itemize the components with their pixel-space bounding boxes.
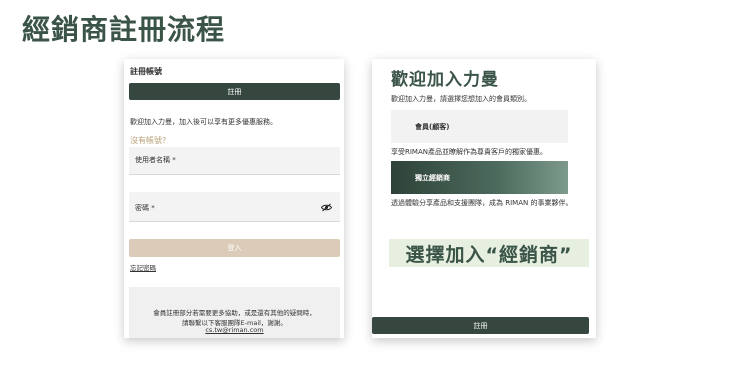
register-button[interactable]: 註冊 — [129, 83, 340, 100]
eye-off-icon[interactable] — [321, 203, 332, 212]
register-account-panel: 註冊帳號 註冊 歡迎加入力曼，加入後可以享有更多優惠服務。 沒有帳號? 使用者名… — [124, 59, 344, 338]
welcome-text: 歡迎加入力曼，加入後可以享有更多優惠服務。 — [130, 118, 277, 126]
username-field[interactable]: 使用者名稱 * — [129, 147, 340, 175]
panel-header: 註冊帳號 — [130, 67, 162, 76]
distributor-option-description: 透過體驗分享產品和支援團隊，成為 RIMAN 的事業夥伴。 — [391, 199, 573, 207]
help-email-link[interactable]: cs.tw@riman.com — [205, 326, 263, 334]
welcome-title: 歡迎加入力曼 — [391, 70, 499, 90]
continue-register-button[interactable]: 註冊 — [372, 317, 589, 334]
help-text-line-1: 會員註冊部分若需要更多協助，或是還有其他的疑問時， — [153, 309, 316, 317]
page-title: 經銷商註冊流程 — [22, 13, 226, 46]
help-box: 會員註冊部分若需要更多協助，或是還有其他的疑問時， 請聯繫以下客服團隊E-mai… — [129, 287, 340, 338]
password-label: 密碼 * — [135, 204, 155, 212]
password-field[interactable]: 密碼 * — [129, 192, 340, 222]
forgot-password-link[interactable]: 忘記密碼 — [130, 262, 156, 272]
member-option-description: 享受RIMAN產品並瞭解作為尊貴客戶的獨家優惠。 — [391, 148, 547, 156]
distributor-option-card[interactable]: 獨立經銷商 — [391, 161, 568, 194]
membership-selection-panel: 歡迎加入力曼 歡迎加入力曼，請選擇您想加入的會員類別。 會員(顧客) 享受RIM… — [372, 59, 596, 338]
member-option-card[interactable]: 會員(顧客) — [391, 110, 568, 143]
choose-distributor-callout: 選擇加入“經銷商” — [389, 239, 589, 267]
help-email-row: cs.tw@riman.com — [129, 326, 340, 334]
login-button[interactable]: 登入 — [129, 239, 340, 257]
username-label: 使用者名稱 * — [135, 156, 176, 164]
selection-subtitle: 歡迎加入力曼，請選擇您想加入的會員類別。 — [391, 95, 531, 103]
no-account-link[interactable]: 沒有帳號? — [130, 135, 166, 146]
